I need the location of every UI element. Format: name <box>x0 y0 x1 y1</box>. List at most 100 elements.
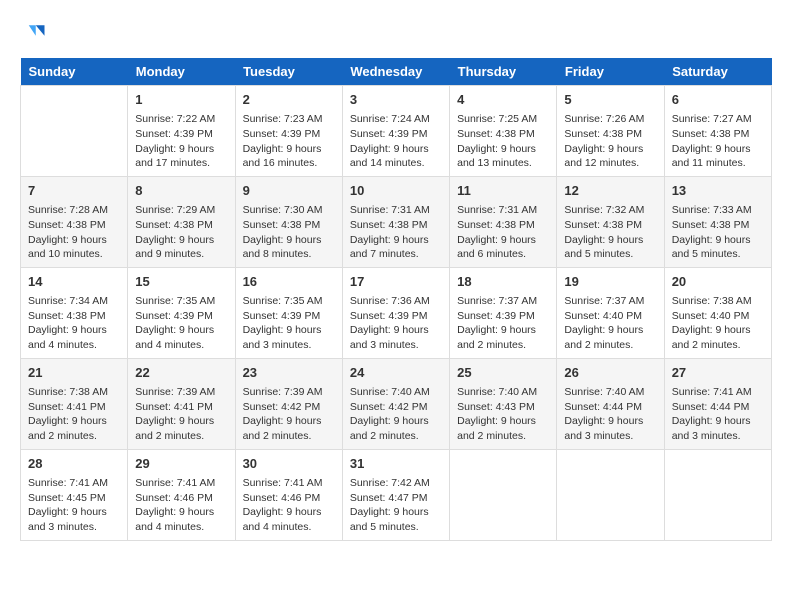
sunset-text: Sunset: 4:38 PM <box>564 218 656 233</box>
day-number: 10 <box>350 182 442 200</box>
daylight-text: Daylight: 9 hours and 3 minutes. <box>243 323 335 352</box>
sunset-text: Sunset: 4:42 PM <box>350 400 442 415</box>
calendar-cell: 23Sunrise: 7:39 AMSunset: 4:42 PMDayligh… <box>235 358 342 449</box>
sunset-text: Sunset: 4:44 PM <box>672 400 764 415</box>
sunset-text: Sunset: 4:39 PM <box>135 309 227 324</box>
day-number: 7 <box>28 182 120 200</box>
sunset-text: Sunset: 4:38 PM <box>350 218 442 233</box>
sunset-text: Sunset: 4:39 PM <box>243 309 335 324</box>
calendar-cell: 4Sunrise: 7:25 AMSunset: 4:38 PMDaylight… <box>450 86 557 177</box>
calendar-cell: 28Sunrise: 7:41 AMSunset: 4:45 PMDayligh… <box>21 449 128 540</box>
sunset-text: Sunset: 4:39 PM <box>135 127 227 142</box>
sunrise-text: Sunrise: 7:31 AM <box>350 203 442 218</box>
calendar-cell: 17Sunrise: 7:36 AMSunset: 4:39 PMDayligh… <box>342 267 449 358</box>
sunset-text: Sunset: 4:38 PM <box>457 218 549 233</box>
daylight-text: Daylight: 9 hours and 7 minutes. <box>350 233 442 262</box>
daylight-text: Daylight: 9 hours and 8 minutes. <box>243 233 335 262</box>
calendar-cell: 29Sunrise: 7:41 AMSunset: 4:46 PMDayligh… <box>128 449 235 540</box>
sunrise-text: Sunrise: 7:30 AM <box>243 203 335 218</box>
sunset-text: Sunset: 4:41 PM <box>28 400 120 415</box>
sunrise-text: Sunrise: 7:33 AM <box>672 203 764 218</box>
sunset-text: Sunset: 4:41 PM <box>135 400 227 415</box>
sunrise-text: Sunrise: 7:35 AM <box>243 294 335 309</box>
calendar-cell: 13Sunrise: 7:33 AMSunset: 4:38 PMDayligh… <box>664 176 771 267</box>
sunrise-text: Sunrise: 7:42 AM <box>350 476 442 491</box>
sunset-text: Sunset: 4:46 PM <box>243 491 335 506</box>
calendar-cell: 22Sunrise: 7:39 AMSunset: 4:41 PMDayligh… <box>128 358 235 449</box>
calendar-cell: 19Sunrise: 7:37 AMSunset: 4:40 PMDayligh… <box>557 267 664 358</box>
day-number: 11 <box>457 182 549 200</box>
logo <box>20 20 52 48</box>
day-number: 25 <box>457 364 549 382</box>
sunrise-text: Sunrise: 7:23 AM <box>243 112 335 127</box>
sunrise-text: Sunrise: 7:31 AM <box>457 203 549 218</box>
daylight-text: Daylight: 9 hours and 13 minutes. <box>457 142 549 171</box>
daylight-text: Daylight: 9 hours and 5 minutes. <box>350 505 442 534</box>
calendar-cell: 8Sunrise: 7:29 AMSunset: 4:38 PMDaylight… <box>128 176 235 267</box>
sunrise-text: Sunrise: 7:28 AM <box>28 203 120 218</box>
daylight-text: Daylight: 9 hours and 3 minutes. <box>672 414 764 443</box>
daylight-text: Daylight: 9 hours and 11 minutes. <box>672 142 764 171</box>
sunset-text: Sunset: 4:39 PM <box>243 127 335 142</box>
day-number: 21 <box>28 364 120 382</box>
daylight-text: Daylight: 9 hours and 2 minutes. <box>350 414 442 443</box>
week-row-5: 28Sunrise: 7:41 AMSunset: 4:45 PMDayligh… <box>21 449 772 540</box>
daylight-text: Daylight: 9 hours and 6 minutes. <box>457 233 549 262</box>
day-number: 3 <box>350 91 442 109</box>
sunset-text: Sunset: 4:43 PM <box>457 400 549 415</box>
daylight-text: Daylight: 9 hours and 12 minutes. <box>564 142 656 171</box>
sunset-text: Sunset: 4:38 PM <box>672 127 764 142</box>
sunset-text: Sunset: 4:44 PM <box>564 400 656 415</box>
daylight-text: Daylight: 9 hours and 4 minutes. <box>243 505 335 534</box>
sunset-text: Sunset: 4:47 PM <box>350 491 442 506</box>
day-number: 12 <box>564 182 656 200</box>
calendar-cell: 3Sunrise: 7:24 AMSunset: 4:39 PMDaylight… <box>342 86 449 177</box>
sunrise-text: Sunrise: 7:37 AM <box>564 294 656 309</box>
calendar-cell <box>450 449 557 540</box>
calendar-cell: 31Sunrise: 7:42 AMSunset: 4:47 PMDayligh… <box>342 449 449 540</box>
sunset-text: Sunset: 4:39 PM <box>457 309 549 324</box>
sunrise-text: Sunrise: 7:32 AM <box>564 203 656 218</box>
calendar-table: SundayMondayTuesdayWednesdayThursdayFrid… <box>20 58 772 541</box>
daylight-text: Daylight: 9 hours and 4 minutes. <box>28 323 120 352</box>
sunset-text: Sunset: 4:38 PM <box>28 218 120 233</box>
header-saturday: Saturday <box>664 58 771 86</box>
daylight-text: Daylight: 9 hours and 2 minutes. <box>457 323 549 352</box>
week-row-1: 1Sunrise: 7:22 AMSunset: 4:39 PMDaylight… <box>21 86 772 177</box>
day-number: 30 <box>243 455 335 473</box>
daylight-text: Daylight: 9 hours and 2 minutes. <box>135 414 227 443</box>
calendar-cell: 15Sunrise: 7:35 AMSunset: 4:39 PMDayligh… <box>128 267 235 358</box>
sunrise-text: Sunrise: 7:34 AM <box>28 294 120 309</box>
calendar-cell <box>664 449 771 540</box>
calendar-cell: 6Sunrise: 7:27 AMSunset: 4:38 PMDaylight… <box>664 86 771 177</box>
calendar-cell: 11 Sunrise: 7:31 AMSunset: 4:38 PMDayligh… <box>450 176 557 267</box>
calendar-cell: 10 Sunrise: 7:31 AMSunset: 4:38 PMDayligh… <box>342 176 449 267</box>
calendar-header-row: SundayMondayTuesdayWednesdayThursdayFrid… <box>21 58 772 86</box>
sunrise-text: Sunrise: 7:39 AM <box>135 385 227 400</box>
week-row-4: 21Sunrise: 7:38 AMSunset: 4:41 PMDayligh… <box>21 358 772 449</box>
day-number: 26 <box>564 364 656 382</box>
day-number: 9 <box>243 182 335 200</box>
day-number: 28 <box>28 455 120 473</box>
day-number: 17 <box>350 273 442 291</box>
calendar-cell: 27Sunrise: 7:41 AMSunset: 4:44 PMDayligh… <box>664 358 771 449</box>
daylight-text: Daylight: 9 hours and 3 minutes. <box>350 323 442 352</box>
sunrise-text: Sunrise: 7:24 AM <box>350 112 442 127</box>
calendar-cell: 7Sunrise: 7:28 AMSunset: 4:38 PMDaylight… <box>21 176 128 267</box>
daylight-text: Daylight: 9 hours and 3 minutes. <box>564 414 656 443</box>
calendar-cell: 1Sunrise: 7:22 AMSunset: 4:39 PMDaylight… <box>128 86 235 177</box>
sunrise-text: Sunrise: 7:22 AM <box>135 112 227 127</box>
daylight-text: Daylight: 9 hours and 2 minutes. <box>672 323 764 352</box>
day-number: 5 <box>564 91 656 109</box>
calendar-cell: 2Sunrise: 7:23 AMSunset: 4:39 PMDaylight… <box>235 86 342 177</box>
calendar-cell: 20Sunrise: 7:38 AMSunset: 4:40 PMDayligh… <box>664 267 771 358</box>
sunset-text: Sunset: 4:42 PM <box>243 400 335 415</box>
daylight-text: Daylight: 9 hours and 5 minutes. <box>672 233 764 262</box>
sunrise-text: Sunrise: 7:41 AM <box>28 476 120 491</box>
daylight-text: Daylight: 9 hours and 2 minutes. <box>457 414 549 443</box>
day-number: 20 <box>672 273 764 291</box>
calendar-cell: 30Sunrise: 7:41 AMSunset: 4:46 PMDayligh… <box>235 449 342 540</box>
sunrise-text: Sunrise: 7:36 AM <box>350 294 442 309</box>
calendar-cell <box>557 449 664 540</box>
day-number: 2 <box>243 91 335 109</box>
